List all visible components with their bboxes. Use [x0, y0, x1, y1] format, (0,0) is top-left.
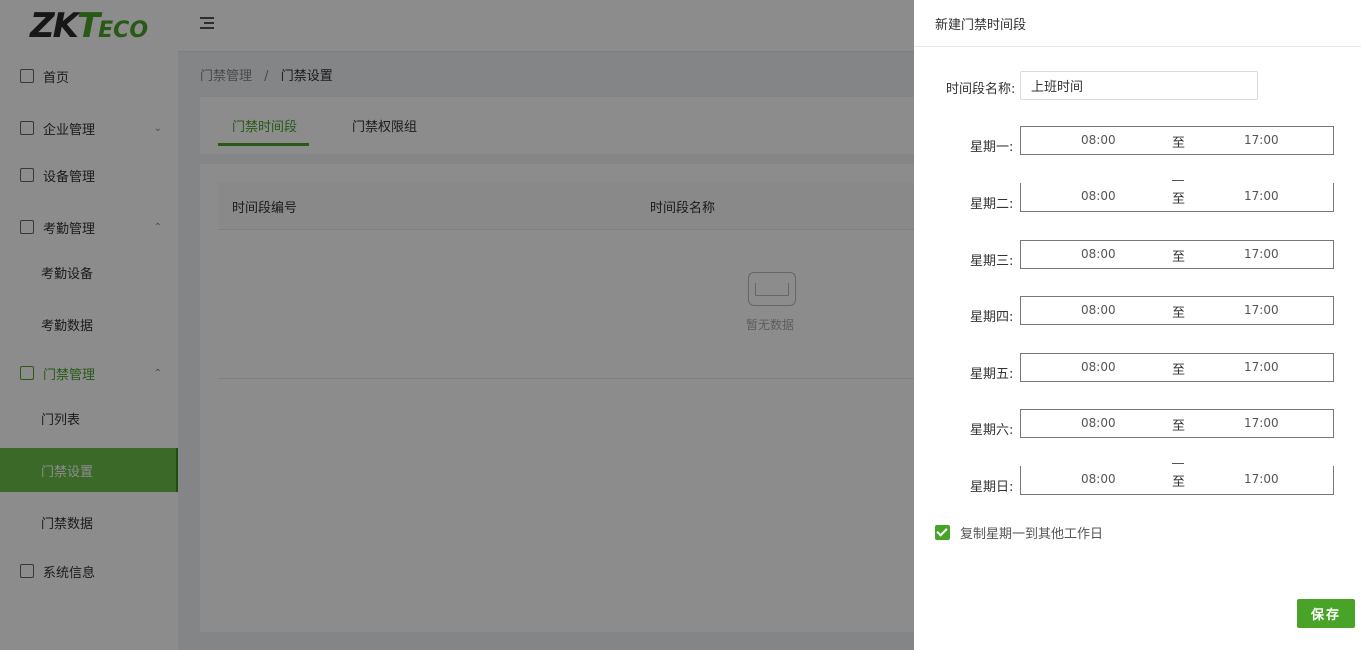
- end-time[interactable]: 17:00: [1244, 247, 1279, 261]
- copy-monday-checkbox[interactable]: [935, 525, 950, 540]
- start-time[interactable]: 08:00: [1081, 360, 1116, 374]
- range-separator: 至: [1172, 419, 1186, 434]
- start-time[interactable]: 08:00: [1081, 133, 1116, 147]
- end-time[interactable]: 17:00: [1244, 189, 1279, 203]
- day-label: 星期二:: [970, 197, 1014, 212]
- range-separator: 至: [1172, 192, 1186, 207]
- day-row-friday: 星期五: 08:00 至 17:00: [914, 353, 1361, 393]
- end-time[interactable]: 17:00: [1244, 133, 1279, 147]
- time-range-picker[interactable]: 08:00 至 17:00: [1020, 296, 1334, 325]
- day-label: 星期一:: [970, 140, 1014, 155]
- day-row-saturday: 星期六: 08:00 至 17:00: [914, 409, 1361, 449]
- end-time[interactable]: 17:00: [1244, 360, 1279, 374]
- day-label: 星期日:: [970, 480, 1014, 495]
- day-label: 星期六:: [970, 423, 1014, 438]
- end-time[interactable]: 17:00: [1244, 472, 1279, 486]
- range-separator: 至: [1172, 363, 1186, 378]
- save-button[interactable]: 保存: [1297, 599, 1355, 628]
- day-row-monday: 星期一: 08:00 至 17:00: [914, 126, 1361, 166]
- day-row-tuesday: 星期二: 08:00 至 17:00: [914, 180, 1361, 223]
- start-time[interactable]: 08:00: [1081, 416, 1116, 430]
- range-separator: 至: [1172, 250, 1186, 265]
- range-separator-bar: [1172, 180, 1184, 181]
- day-row-sunday: 星期日: 08:00 至 17:00: [914, 463, 1361, 506]
- copy-monday-label[interactable]: 复制星期一到其他工作日: [960, 523, 1103, 542]
- drawer-header: 新建门禁时间段: [914, 0, 1361, 47]
- time-range-picker[interactable]: 08:00 至 17:00: [1020, 180, 1334, 212]
- time-range-picker[interactable]: 08:00 至 17:00: [1020, 240, 1334, 269]
- day-row-wednesday: 星期三: 08:00 至 17:00: [914, 240, 1361, 280]
- time-range-picker[interactable]: 08:00 至 17:00: [1020, 463, 1334, 495]
- range-separator-bar: [1172, 463, 1184, 464]
- drawer-title: 新建门禁时间段: [935, 18, 1027, 33]
- time-range-picker[interactable]: 08:00 至 17:00: [1020, 409, 1334, 438]
- range-separator: 至: [1172, 136, 1186, 151]
- day-label: 星期三:: [970, 254, 1014, 269]
- range-separator: 至: [1172, 306, 1186, 321]
- end-time[interactable]: 17:00: [1244, 416, 1279, 430]
- start-time[interactable]: 08:00: [1081, 303, 1116, 317]
- period-name-label: 时间段名称:: [946, 82, 1016, 97]
- day-label: 星期五:: [970, 367, 1014, 382]
- period-name-input[interactable]: [1020, 71, 1258, 100]
- start-time[interactable]: 08:00: [1081, 189, 1116, 203]
- day-label: 星期四:: [970, 310, 1014, 325]
- time-range-picker[interactable]: 08:00 至 17:00: [1020, 126, 1334, 155]
- new-time-period-drawer: 新建门禁时间段 时间段名称: 星期一: 08:00 至 17:00 星期二: 0…: [914, 0, 1361, 650]
- day-row-thursday: 星期四: 08:00 至 17:00: [914, 296, 1361, 336]
- start-time[interactable]: 08:00: [1081, 472, 1116, 486]
- end-time[interactable]: 17:00: [1244, 303, 1279, 317]
- time-range-picker[interactable]: 08:00 至 17:00: [1020, 353, 1334, 382]
- start-time[interactable]: 08:00: [1081, 247, 1116, 261]
- range-separator: 至: [1172, 475, 1186, 490]
